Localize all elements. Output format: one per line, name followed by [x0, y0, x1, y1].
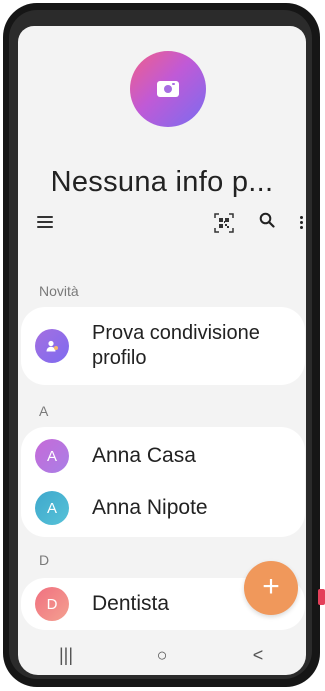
home-button[interactable]: ○ [147, 645, 177, 666]
share-profile-card[interactable]: Prova condivisione profilo [21, 307, 305, 385]
recents-button[interactable]: ||| [51, 645, 81, 666]
contact-avatar: A [35, 491, 69, 525]
camera-icon [157, 81, 179, 97]
qr-code-icon[interactable] [214, 213, 234, 233]
contact-row[interactable]: A Anna Nipote [21, 484, 305, 532]
contact-avatar: A [35, 439, 69, 473]
section-header-d: D [39, 552, 50, 568]
section-header-new: Novità [39, 283, 79, 299]
search-icon[interactable] [259, 212, 275, 233]
share-profile-label: Prova condivisione profilo [92, 322, 260, 369]
share-profile-icon [35, 329, 69, 363]
menu-icon[interactable] [37, 216, 53, 228]
contact-name: Dentista [92, 592, 170, 615]
add-contact-button[interactable]: + [244, 561, 298, 615]
profile-name[interactable]: Nessuna info p... [18, 166, 306, 199]
contact-name: Anna Casa [92, 444, 196, 467]
contacts-group-a: A Anna Casa A Anna Nipote [21, 427, 305, 537]
more-vertical-icon[interactable] [300, 216, 304, 231]
section-header-a: A [39, 403, 49, 419]
side-button [318, 589, 325, 605]
system-navigation-bar: ||| ○ < [18, 636, 306, 675]
profile-avatar[interactable] [130, 51, 206, 127]
contact-name: Anna Nipote [92, 496, 208, 519]
contact-row[interactable]: A Anna Casa [21, 432, 305, 480]
contacts-screen: Nessuna info p... Novità Prova condivisi… [18, 26, 306, 675]
contact-avatar: D [35, 587, 69, 621]
back-button[interactable]: < [243, 645, 273, 666]
